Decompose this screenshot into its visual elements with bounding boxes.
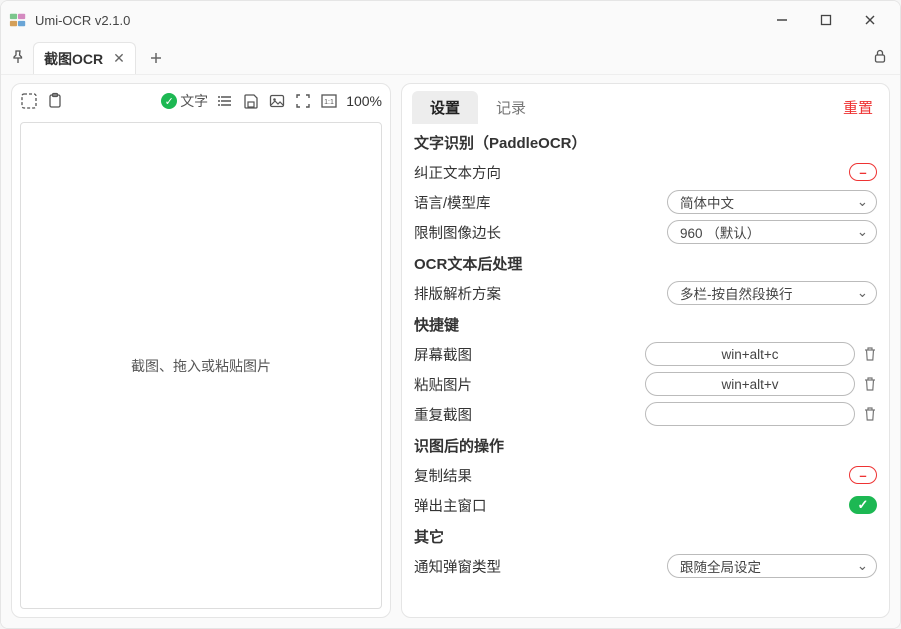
right-tabs: 设置 记录 重置 [402,84,889,124]
pin-icon[interactable] [7,46,29,68]
tabbar: 截图OCR ✕ [1,39,900,75]
fullscreen-icon[interactable] [294,92,312,110]
status-badge: ✓ 文字 [161,91,208,111]
label-hotkey-screenshot: 屏幕截图 [414,344,472,365]
svg-text:1:1: 1:1 [324,99,334,106]
maximize-button[interactable] [804,5,848,35]
label-notify-type: 通知弹窗类型 [414,556,501,577]
trash-icon[interactable] [863,376,877,392]
add-tab-button[interactable] [142,44,170,72]
label-limit-edge: 限制图像边长 [414,222,501,243]
paste-icon[interactable] [46,92,64,110]
select-limit-edge[interactable]: 960 （默认）⌄ [667,220,877,244]
toggle-popup-window[interactable]: ✓ [849,496,877,514]
label-language: 语言/模型库 [414,192,491,213]
label-correct-direction: 纠正文本方向 [414,162,501,183]
image-icon[interactable] [268,92,286,110]
save-icon[interactable] [242,92,260,110]
select-language[interactable]: 简体中文⌄ [667,190,877,214]
tab-records[interactable]: 记录 [478,91,544,124]
reset-button[interactable]: 重置 [843,97,879,118]
select-notify-type[interactable]: 跟随全局设定⌄ [667,554,877,578]
chevron-down-icon: ⌄ [857,224,868,240]
tab-close-icon[interactable]: ✕ [113,50,125,67]
right-panel: 设置 记录 重置 文字识别（PaddleOCR） 纠正文本方向 – 语言/模型库… [401,83,890,618]
trash-icon[interactable] [863,406,877,422]
select-layout[interactable]: 多栏-按自然段换行⌄ [667,281,877,305]
hotkey-screenshot-input[interactable]: win+alt+c [645,342,855,366]
app-window: Umi-OCR v2.1.0 截图OCR ✕ ✓ 文字 [0,0,901,629]
chevron-down-icon: ⌄ [857,558,868,574]
content-area: ✓ 文字 1:1 100% 截图、拖入或粘贴图片 设置 记录 重置 [1,75,900,628]
window-title: Umi-OCR v2.1.0 [35,13,130,28]
chevron-down-icon: ⌄ [857,194,868,210]
trash-icon[interactable] [863,346,877,362]
tab-settings[interactable]: 设置 [412,91,478,124]
label-hotkey-paste: 粘贴图片 [414,374,472,395]
close-button[interactable] [848,5,892,35]
check-icon: ✓ [161,93,177,109]
section-engine: 文字识别（PaddleOCR） [414,126,877,157]
toggle-copy-result[interactable]: – [849,466,877,484]
chevron-down-icon: ⌄ [857,285,868,301]
hotkey-repeat-input[interactable] [645,402,855,426]
zoom-level[interactable]: 100% [346,93,382,109]
section-after: 识图后的操作 [414,429,877,460]
hotkey-paste-input[interactable]: win+alt+v [645,372,855,396]
minimize-button[interactable] [760,5,804,35]
lock-icon[interactable] [872,48,888,64]
label-copy-result: 复制结果 [414,465,472,486]
tab-screenshot-ocr[interactable]: 截图OCR ✕ [33,42,136,74]
section-postprocess: OCR文本后处理 [414,247,877,278]
tab-label: 截图OCR [44,49,103,69]
screenshot-icon[interactable] [20,92,38,110]
settings-body: 文字识别（PaddleOCR） 纠正文本方向 – 语言/模型库 简体中文⌄ 限制… [402,124,889,617]
list-icon[interactable] [216,92,234,110]
image-dropzone[interactable]: 截图、拖入或粘贴图片 [20,122,382,609]
label-hotkey-repeat: 重复截图 [414,404,472,425]
fit-icon[interactable]: 1:1 [320,92,338,110]
titlebar: Umi-OCR v2.1.0 [1,1,900,39]
toggle-correct-direction[interactable]: – [849,163,877,181]
left-panel: ✓ 文字 1:1 100% 截图、拖入或粘贴图片 [11,83,391,618]
left-toolbar: ✓ 文字 1:1 100% [12,84,390,118]
label-popup-window: 弹出主窗口 [414,495,487,516]
section-hotkeys: 快捷键 [414,308,877,339]
label-layout: 排版解析方案 [414,283,501,304]
app-icon [9,11,27,29]
section-other: 其它 [414,520,877,551]
dropzone-hint: 截图、拖入或粘贴图片 [131,356,271,376]
status-label: 文字 [180,91,208,111]
